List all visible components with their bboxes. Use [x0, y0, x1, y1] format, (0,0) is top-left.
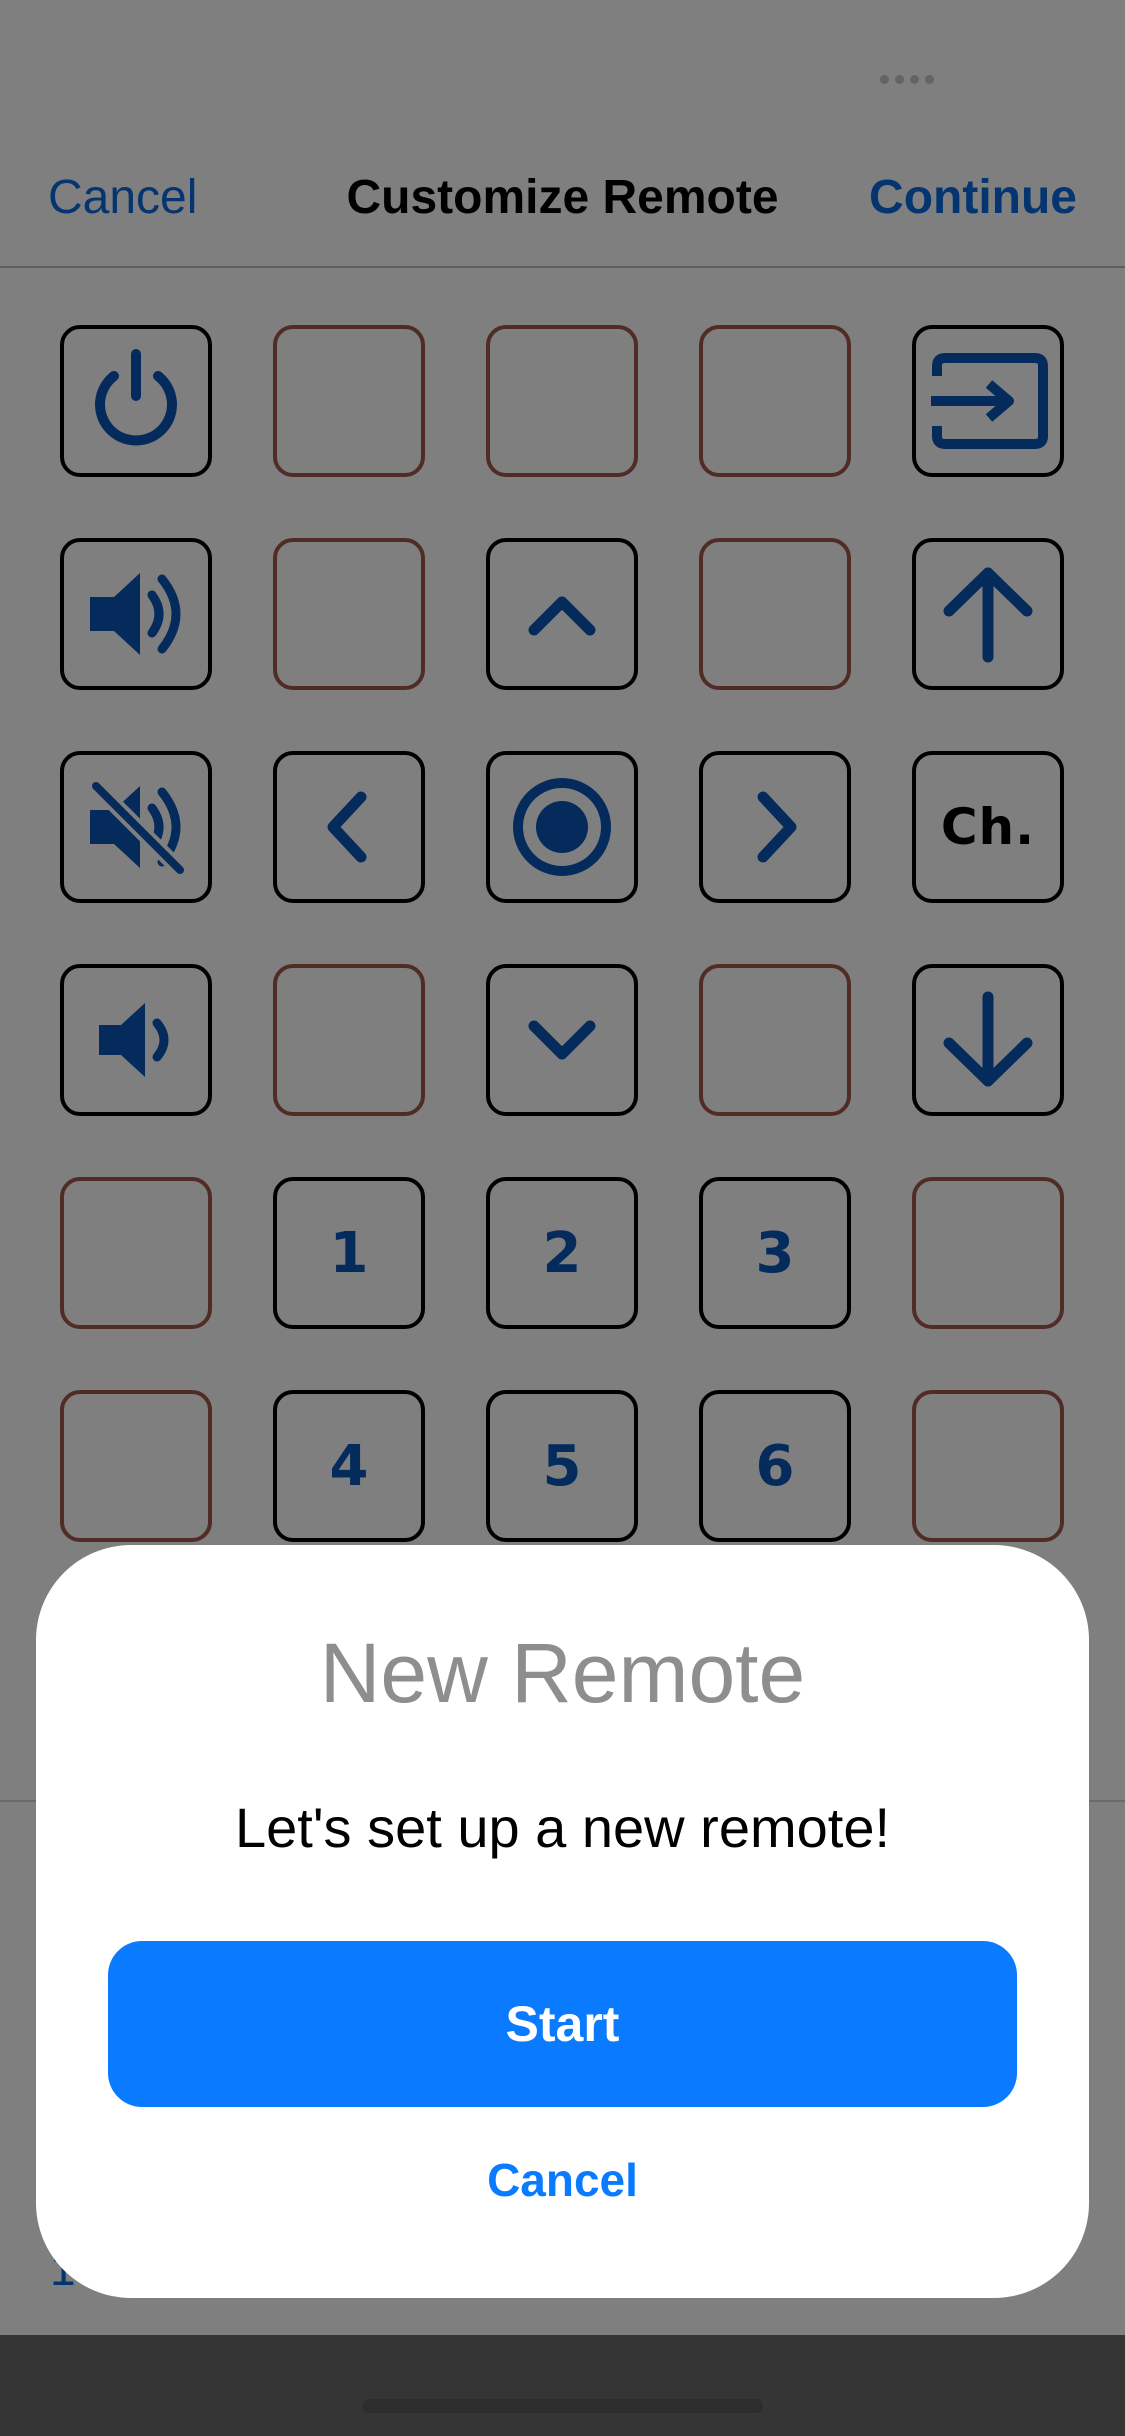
- start-button[interactable]: Start: [108, 1941, 1017, 2107]
- dialog-title: New Remote: [319, 1626, 806, 1720]
- dialog-cancel-button[interactable]: Cancel: [36, 2153, 1089, 2207]
- new-remote-dialog: New Remote Let's set up a new remote! St…: [36, 1545, 1089, 2298]
- dialog-message: Let's set up a new remote!: [234, 1796, 891, 1859]
